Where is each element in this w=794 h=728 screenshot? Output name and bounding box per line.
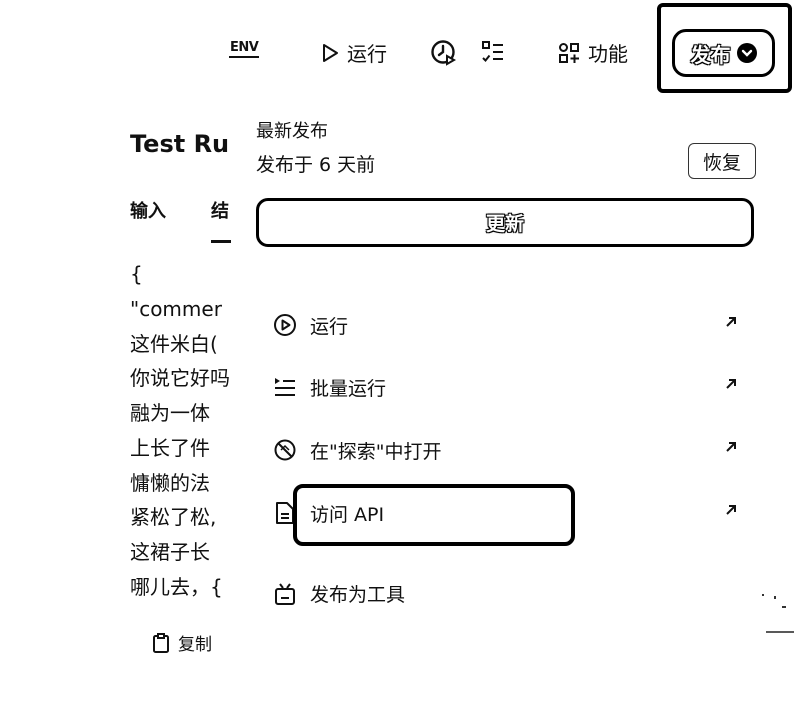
menu-item-access-api[interactable]: 访问 API xyxy=(272,493,738,533)
menu-item-label: 在"探索"中打开 xyxy=(310,440,442,463)
update-button[interactable]: 更新 xyxy=(256,198,754,247)
publish-label: 发布 xyxy=(690,42,731,67)
document-icon xyxy=(272,500,298,526)
app-window: ENV 运行 功能 发布 Test Ru 输入 结 {"commer 这件米白… xyxy=(0,0,794,728)
menu-item-label: 批量运行 xyxy=(310,377,387,400)
publish-button[interactable]: 发布 xyxy=(672,29,775,77)
external-link-arrow-icon xyxy=(726,317,736,327)
copy-button[interactable]: 复制 xyxy=(152,630,212,655)
panel-title: Test Ru xyxy=(130,130,230,158)
publish-as-tool-button[interactable]: 发布为工具 xyxy=(272,580,405,607)
checklist-icon[interactable] xyxy=(480,39,506,65)
run-label: 运行 xyxy=(347,42,387,66)
menu-item-label: 运行 xyxy=(310,315,349,338)
robot-tool-icon xyxy=(272,581,298,607)
edge-fragment-marks xyxy=(762,594,794,633)
output-line: "commer xyxy=(130,297,222,321)
publish-as-tool-label: 发布为工具 xyxy=(310,584,406,606)
copy-label: 复制 xyxy=(178,635,212,655)
restore-button[interactable]: 恢复 xyxy=(688,143,756,179)
output-line: 你说它好吗 xyxy=(130,366,230,390)
apps-grid-icon xyxy=(559,42,579,63)
active-tab-indicator xyxy=(211,240,231,243)
external-link-arrow-icon xyxy=(726,442,736,452)
tab-input[interactable]: 输入 xyxy=(130,197,166,223)
output-line: 紧松了松, xyxy=(130,505,217,529)
batch-list-icon xyxy=(272,374,298,400)
run-button[interactable]: 运行 xyxy=(321,38,387,67)
output-line: 融为一体 xyxy=(130,401,210,425)
env-button[interactable]: ENV xyxy=(229,40,260,58)
latest-publish-label: 最新发布 xyxy=(256,121,328,142)
play-icon xyxy=(323,43,338,62)
features-button[interactable]: 功能 xyxy=(558,38,628,67)
menu-item-batch-run[interactable]: 批量运行 xyxy=(272,367,738,407)
published-time-text: 发布于 6 天前 xyxy=(256,154,376,176)
play-circle-icon xyxy=(272,312,298,338)
features-label: 功能 xyxy=(588,42,628,66)
compass-icon xyxy=(272,437,298,463)
publish-dropdown-menu: 最新发布 发布于 6 天前 恢复 更新 运行 批量运行 在"探索"中打开 访问 … xyxy=(234,100,770,640)
external-link-arrow-icon xyxy=(726,505,736,515)
output-line: 这件米白( xyxy=(130,332,218,356)
output-line: 上长了件 xyxy=(130,436,210,460)
output-line: 这裙子长 xyxy=(130,540,210,564)
output-line: 慵懒的法 xyxy=(130,471,210,495)
menu-item-label: 访问 API xyxy=(310,503,385,526)
tab-result[interactable]: 结 xyxy=(211,197,229,223)
output-line: { xyxy=(130,262,143,286)
chevron-down-icon xyxy=(736,43,757,63)
output-line: 哪儿去，{ xyxy=(130,575,223,599)
menu-item-run[interactable]: 运行 xyxy=(272,305,738,345)
clipboard-icon xyxy=(153,632,169,653)
schedule-clock-icon[interactable] xyxy=(430,39,458,67)
menu-item-open-in-explore[interactable]: 在"探索"中打开 xyxy=(272,430,738,470)
external-link-arrow-icon xyxy=(726,379,736,389)
